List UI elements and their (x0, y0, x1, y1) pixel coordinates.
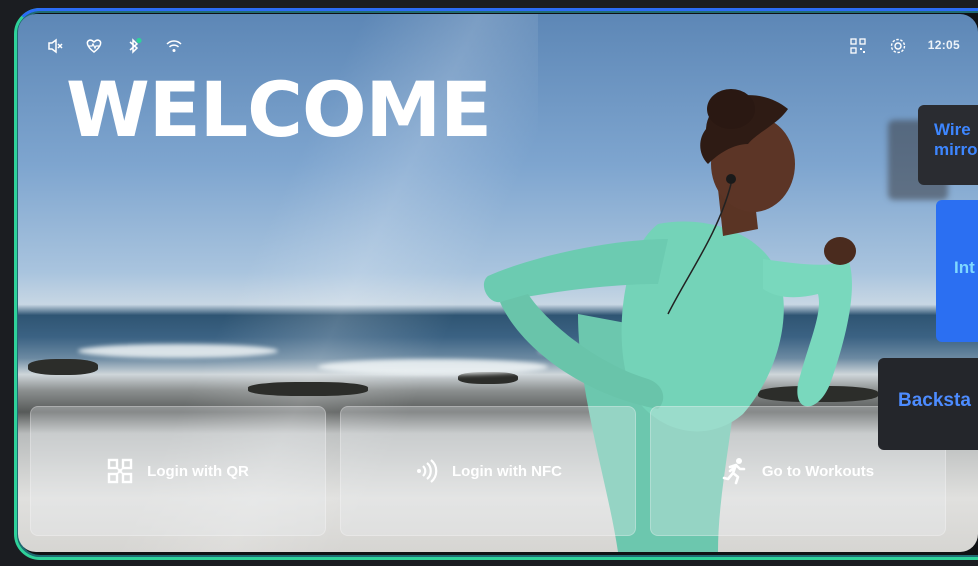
qr-code-icon[interactable] (848, 36, 868, 56)
login-nfc-button[interactable]: Login with NFC (340, 406, 636, 536)
clock-time: 12:05 (927, 38, 960, 52)
side-panel-wireless-mirroring[interactable]: Wire mirro (918, 105, 978, 185)
login-nfc-label: Login with NFC (452, 462, 562, 480)
side-panel-label-line2: mirro (934, 140, 978, 159)
nfc-icon (417, 459, 438, 483)
running-person-icon (722, 458, 746, 485)
welcome-title: WELCOME (66, 65, 492, 154)
side-panel-label-line1: Wire (934, 120, 971, 139)
side-panel-backstage[interactable]: Backsta (878, 358, 978, 450)
speaker-mute-icon[interactable] (46, 36, 66, 56)
status-bar: 12:05 (18, 14, 978, 56)
wifi-icon[interactable] (164, 36, 184, 56)
login-qr-button[interactable]: Login with QR (30, 406, 326, 536)
side-panel-int[interactable]: Int (936, 200, 978, 342)
qr-code-icon (107, 458, 133, 484)
side-panel-label: Int (954, 258, 975, 277)
bluetooth-icon[interactable] (124, 36, 144, 56)
side-panel-label: Backsta (898, 390, 971, 411)
login-qr-label: Login with QR (147, 462, 249, 480)
kiosk-screen: 12:05 WELCOME Login with QR Login with N… (18, 14, 978, 552)
go-to-workouts-label: Go to Workouts (761, 462, 875, 480)
gear-icon[interactable] (888, 36, 908, 56)
heart-rate-icon[interactable] (84, 36, 104, 56)
